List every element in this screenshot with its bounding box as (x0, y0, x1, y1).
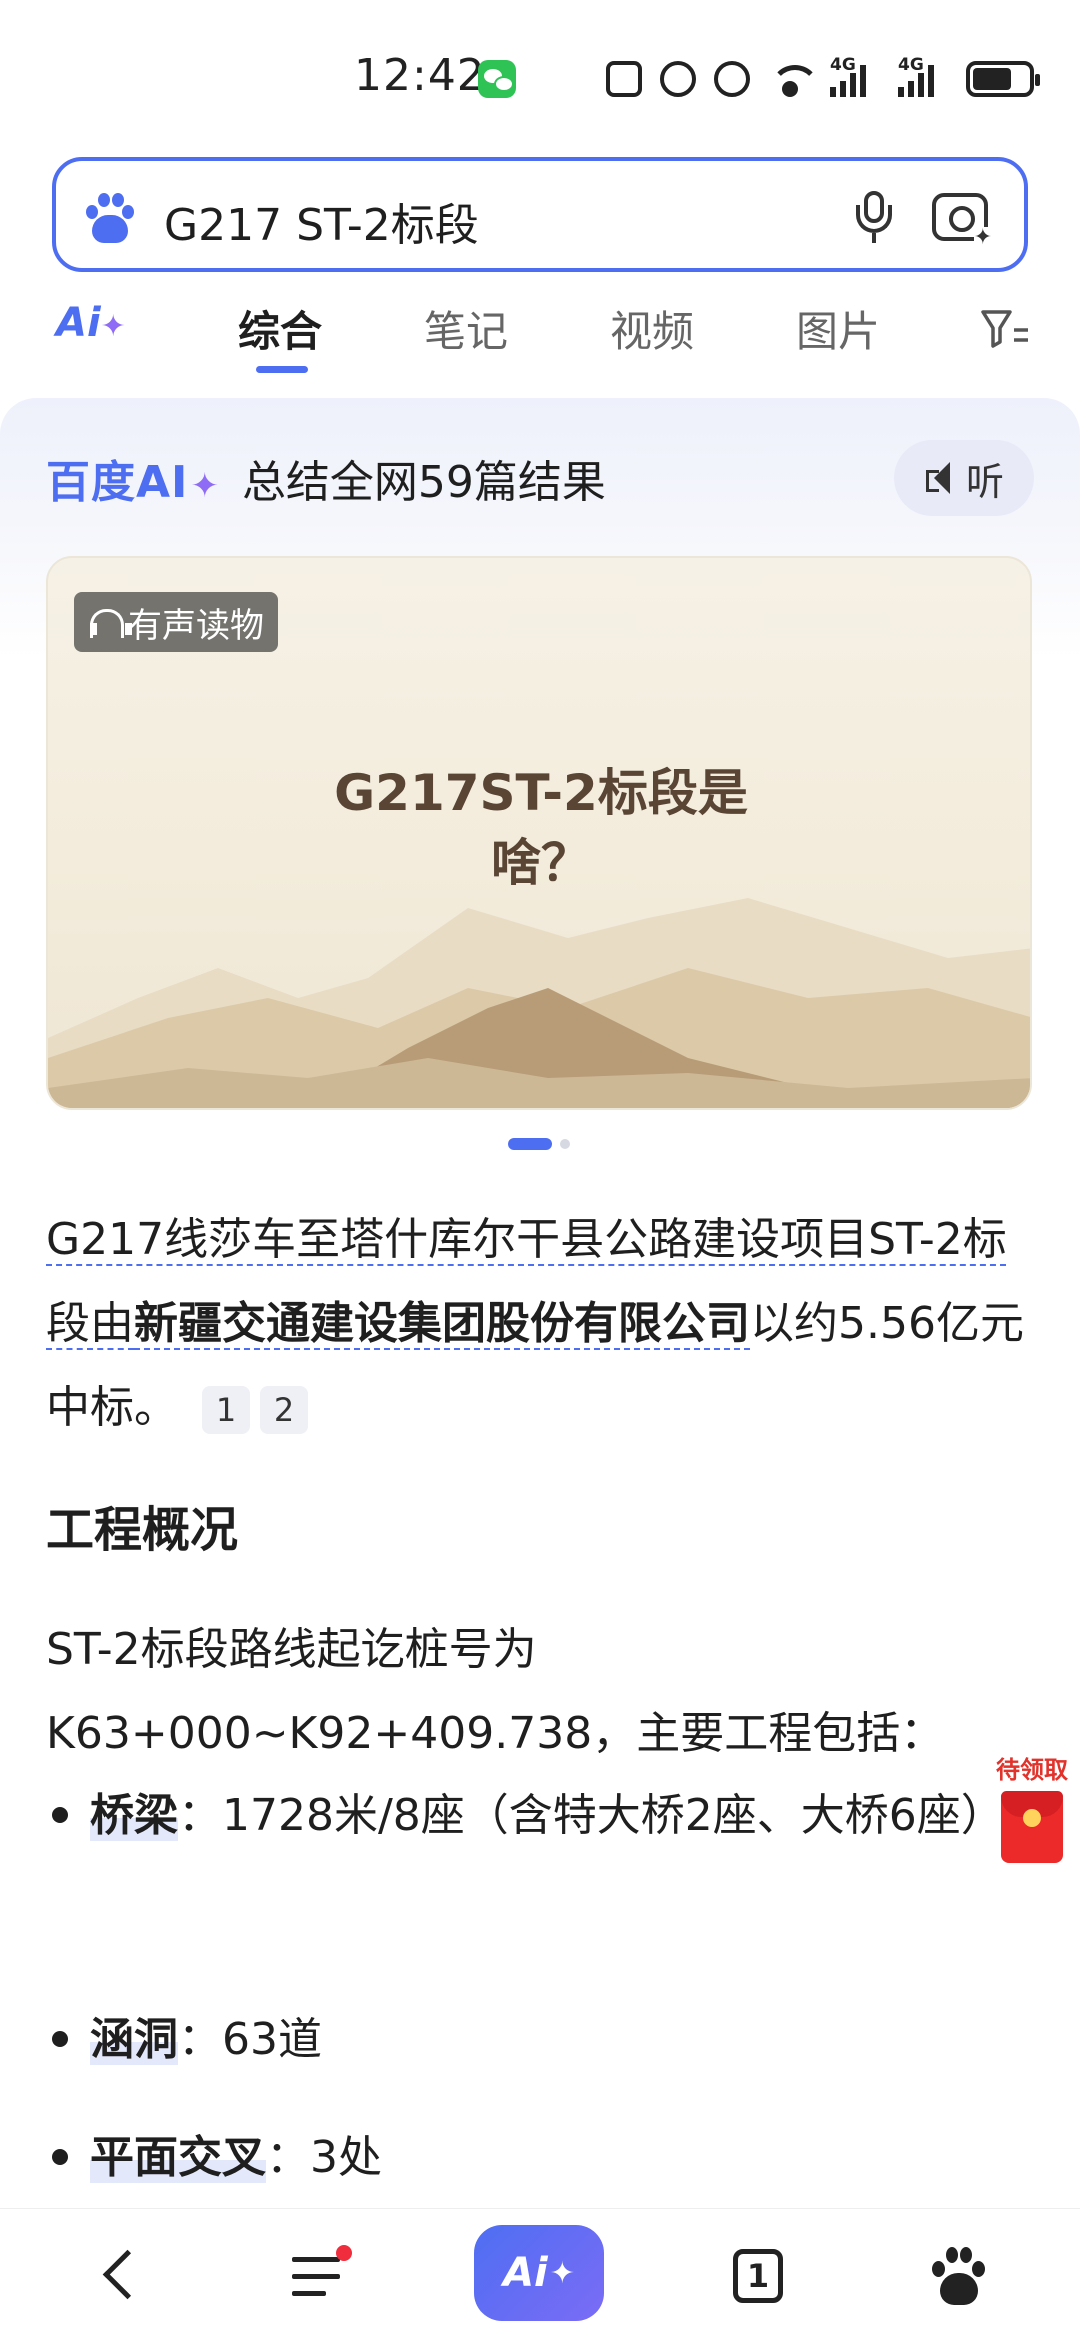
ai-summary-header: 百度AI✦ 总结全网59篇结果 (46, 448, 606, 508)
search-input[interactable]: G217 ST-2标段 (164, 189, 479, 253)
citation-1[interactable]: 1 (202, 1386, 250, 1434)
battery-icon (966, 61, 1040, 97)
bullet-term: 涵洞 (90, 2014, 178, 2065)
red-packet-icon (1001, 1791, 1063, 1863)
search-bar[interactable]: G217 ST-2标段 (52, 157, 1028, 272)
list-item: 涵洞：63道 (46, 1998, 1006, 2082)
bottom-navigation: Ai ✦ 1 (0, 2208, 1080, 2340)
listen-button[interactable]: 听 (894, 440, 1034, 516)
bullet-text: ：3处 (266, 2132, 382, 2183)
tab-comprehensive[interactable]: 综合 (238, 298, 322, 359)
cellular-signal-icon: 4G (830, 55, 880, 97)
audiobook-badge-label: 有声读物 (128, 605, 264, 646)
tab-ai[interactable]: Ai✦ (56, 300, 126, 346)
filter-icon[interactable] (980, 308, 1030, 350)
bullet-text: ：63道 (178, 2014, 322, 2065)
section-title: 工程概况 (46, 1502, 239, 1558)
ai-answer-panel: 百度AI✦ 总结全网59篇结果 听 有声读物 G217ST-2标段是 啥？ G2… (0, 398, 1080, 2208)
red-packet-widget[interactable]: 待领取 (990, 1750, 1074, 1880)
list-item: 桥梁：1728米/8座（含特大桥2座、大桥6座） (46, 1774, 1006, 1858)
list-item: 平面交叉：3处 (46, 2116, 1006, 2200)
network-type-label-2: 4G (898, 55, 924, 75)
audiobook-card[interactable]: 有声读物 G217ST-2标段是 啥？ (46, 556, 1032, 1110)
citation-2[interactable]: 2 (260, 1386, 308, 1434)
back-button[interactable] (98, 2247, 142, 2303)
wifi-icon (768, 61, 820, 97)
tab-videos[interactable]: 视频 (610, 298, 694, 359)
ai-assistant-label: Ai (503, 2250, 548, 2296)
carousel-indicator (508, 1138, 570, 1150)
tab-images[interactable]: 图片 (796, 298, 880, 359)
network-type-label: 4G (830, 55, 856, 75)
baidu-ai-brand: 百度AI✦ (46, 457, 220, 508)
notification-dot (336, 2245, 352, 2261)
voice-search-icon[interactable] (854, 191, 894, 245)
overview-paragraph: ST-2标段路线起讫桩号为K63+000~K92+409.738，主要工程包括： (46, 1624, 945, 1759)
baidu-paw-logo-icon (84, 191, 134, 243)
tabs-count-button[interactable]: 1 (733, 2249, 783, 2303)
red-packet-label: 待领取 (996, 1756, 1068, 1784)
mountain-illustration (48, 898, 1030, 1108)
ai-assistant-button[interactable]: Ai ✦ (474, 2225, 604, 2321)
summary-count-text: 总结全网59篇结果 (241, 457, 606, 508)
baidu-home-icon[interactable] (930, 2245, 986, 2305)
audiobook-title-line1: G217ST-2标段是 (334, 764, 748, 822)
audiobook-badge: 有声读物 (74, 592, 278, 652)
image-search-icon[interactable] (932, 193, 992, 249)
sparkle-icon: ✦ (190, 466, 220, 506)
search-tabs: Ai✦ 综合 笔记 视频 图片 (0, 290, 1080, 380)
speaker-icon (924, 460, 960, 496)
alarm-icon (660, 61, 696, 97)
tab-notes[interactable]: 笔记 (424, 298, 508, 359)
menu-button[interactable] (292, 2245, 352, 2299)
headphone-icon (88, 607, 132, 638)
mute-icon (714, 61, 750, 97)
nfc-icon (606, 61, 642, 97)
answer-paragraph: G217线莎车至塔什库尔干县公路建设项目ST-2标段由新疆交通建设集团股份有限公… (46, 1198, 1036, 1450)
company-link[interactable]: 新疆交通建设集团股份有限公司 (134, 1298, 750, 1349)
wechat-notification-icon (478, 60, 516, 98)
active-tab-indicator (256, 366, 308, 373)
carousel-dot (560, 1139, 570, 1149)
sparkle-icon: ✦ (100, 309, 126, 344)
carousel-dot-active (508, 1138, 552, 1150)
sparkle-icon: ✦ (549, 2255, 575, 2291)
status-time: 12:42 (354, 50, 486, 101)
status-bar: 12:42 4G 4G (0, 0, 1080, 150)
bullet-term: 桥梁 (90, 1790, 178, 1841)
status-icons: 4G 4G (606, 54, 1040, 104)
listen-label: 听 (965, 459, 1004, 504)
bullet-term: 平面交叉 (90, 2132, 266, 2183)
bullet-text: ：1728米/8座（含特大桥2座、大桥6座） (178, 1790, 1005, 1841)
cellular-signal-icon-2: 4G (898, 55, 948, 97)
